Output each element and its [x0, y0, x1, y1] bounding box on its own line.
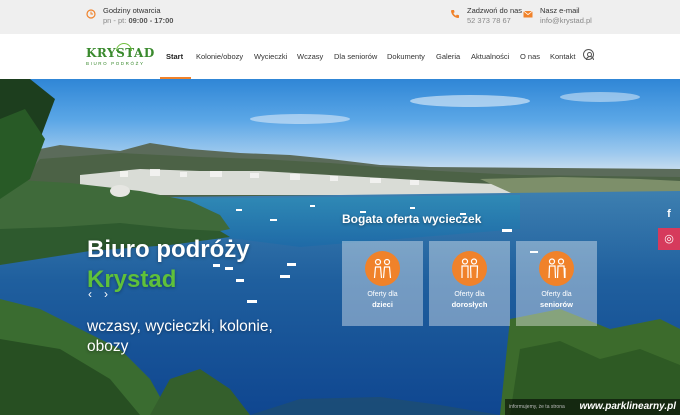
nav-kontakt[interactable]: Kontakt [550, 52, 575, 61]
children-icon [365, 251, 400, 286]
opening-days: pn - pt: [103, 16, 127, 25]
offer-card-seniors-title: seniorów [540, 300, 573, 309]
opening-hours-title: Godziny otwarcia [103, 6, 161, 15]
opening-hours: Godziny otwarcia pn - pt: 09:00 - 17:00 [86, 6, 173, 26]
offer-card-children-pretitle: Oferty dla [367, 291, 398, 298]
nav-wczasy[interactable]: Wczasy [297, 52, 323, 61]
offer-card-adults[interactable]: Oferty dla dorosłych [429, 241, 510, 326]
nav-aktualnosci[interactable]: Aktualności [471, 52, 509, 61]
watermark-badge: informujemy, że ta strona www.parklinear… [505, 399, 680, 415]
top-info-bar: Godziny otwarcia pn - pt: 09:00 - 17:00 … [0, 0, 680, 34]
nav-dokumenty[interactable]: Dokumenty [387, 52, 425, 61]
opening-time: 09:00 - 17:00 [128, 16, 174, 25]
hero-subtitle: wczasy, wycieczki, kolonie, obozy [87, 318, 273, 355]
email-title: Nasz e-mail [540, 6, 580, 15]
nav-wycieczki[interactable]: Wycieczki [254, 52, 287, 61]
offer-card-children-title: dzieci [372, 300, 393, 309]
nav-o-nas[interactable]: O nas [520, 52, 540, 61]
nav-dla-seniorow[interactable]: Dla seniorów [334, 52, 377, 61]
phone-title: Zadzwoń do nas [467, 6, 523, 15]
watermark-url: www.parklinearny.pl [579, 401, 676, 412]
main-navbar: KRYSTAD BIURO PODRÓŻY Start Kolonie/oboz… [0, 34, 680, 79]
clock-icon [86, 9, 96, 19]
krystad-logo[interactable]: KRYSTAD BIURO PODRÓŻY [86, 43, 160, 69]
watermark-note: informujemy, że ta strona [509, 404, 565, 410]
nav-galeria[interactable]: Galeria [436, 52, 460, 61]
logo-tagline: BIURO PODRÓŻY [86, 61, 145, 66]
seniors-icon [539, 251, 574, 286]
email-contact[interactable]: Nasz e-mail info@krystad.pl [523, 6, 592, 26]
envelope-icon [523, 9, 533, 19]
offer-card-seniors-pretitle: Oferty dla [541, 291, 572, 298]
nav-start[interactable]: Start [166, 52, 183, 61]
offer-card-children[interactable]: Oferty dla dzieci [342, 241, 423, 326]
offer-heading: Bogata oferta wycieczek [342, 212, 482, 226]
phone-contact[interactable]: Zadzwoń do nas 52 373 78 67 [450, 6, 522, 26]
logo-sun-icon [116, 43, 132, 51]
facebook-icon[interactable]: f [658, 203, 680, 225]
offer-card-adults-title: dorosłych [451, 300, 488, 309]
nav-kolonie-obozy[interactable]: Kolonie/obozy [196, 52, 243, 61]
email-address[interactable]: info@krystad.pl [540, 16, 592, 26]
phone-number[interactable]: 52 373 78 67 [467, 16, 522, 26]
user-account-icon[interactable] [583, 49, 594, 60]
instagram-icon[interactable]: ◎ [658, 228, 680, 250]
adults-icon [452, 251, 487, 286]
hero-title: Biuro podróży [87, 236, 250, 263]
phone-icon [450, 9, 460, 19]
offer-card-adults-pretitle: Oferty dla [454, 291, 485, 298]
offer-card-seniors[interactable]: Oferty dla seniorów [516, 241, 597, 326]
hero-brand-name: Krystad [87, 266, 177, 293]
